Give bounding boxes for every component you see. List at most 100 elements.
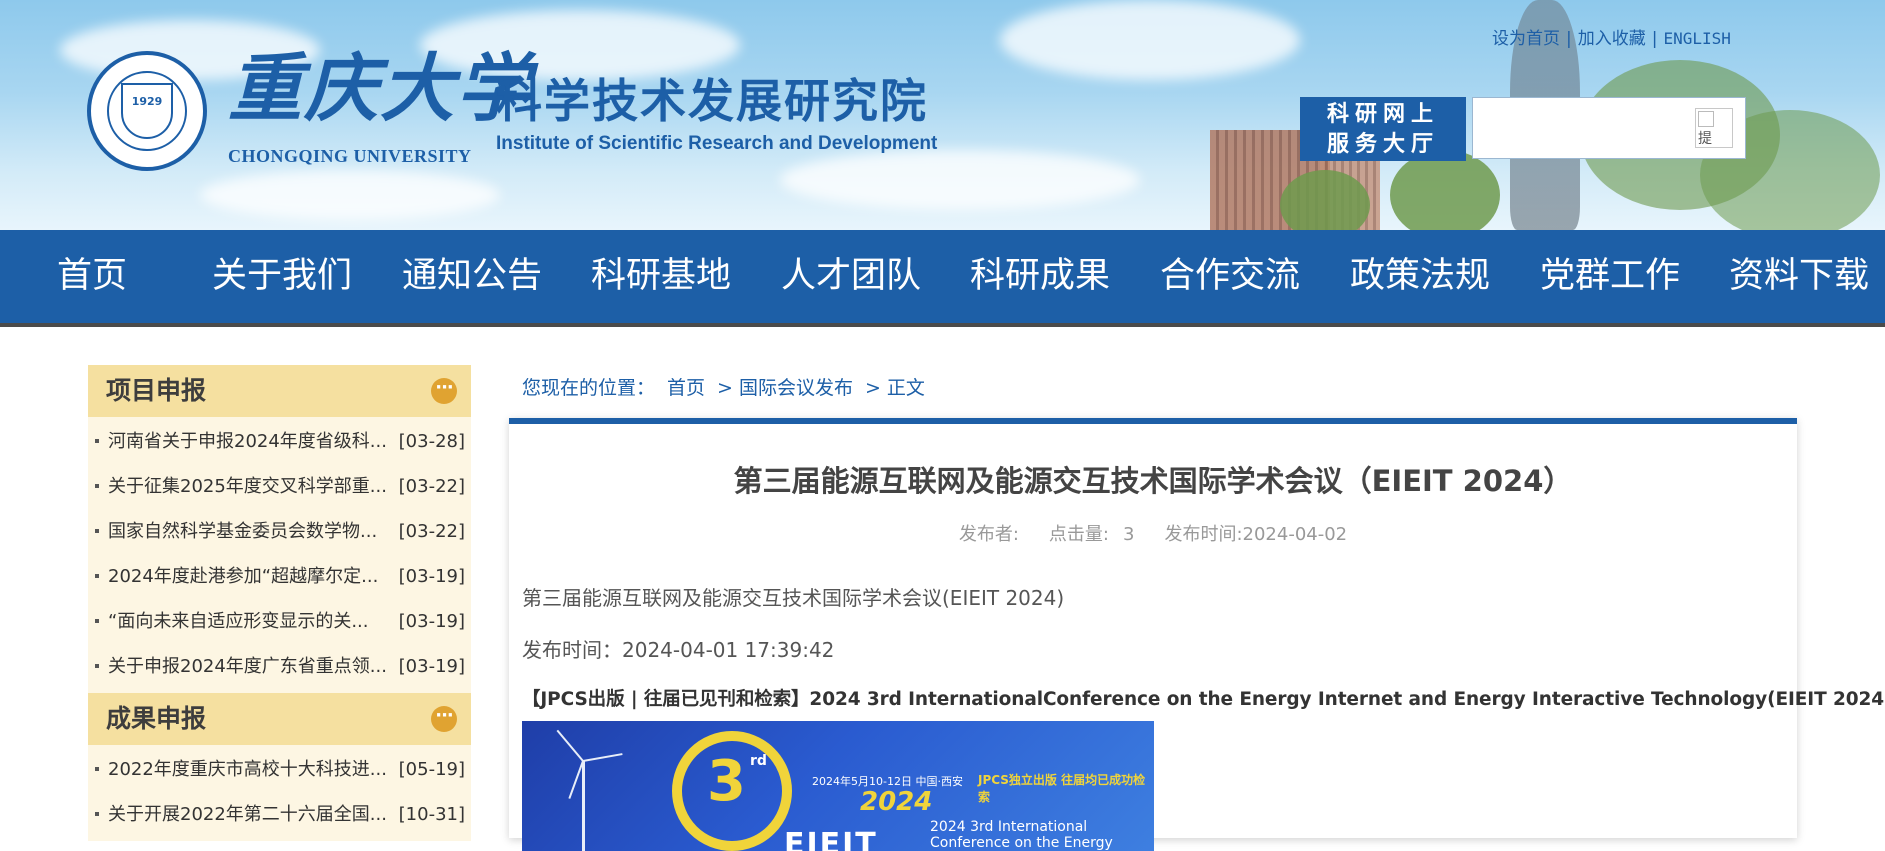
nav-item-cooperation[interactable]: 合作交流	[1160, 230, 1300, 323]
bullet-icon	[95, 484, 99, 488]
bullet-icon	[95, 529, 99, 533]
search-submit-button[interactable]: 提	[1695, 108, 1733, 148]
sidebar-list-item[interactable]: 关于征集2025年度交叉科学部重... [03-22]	[88, 464, 471, 509]
sidebar-item-title: “面向未来自适应形变显示的关...	[108, 611, 369, 632]
poster-subtitle: 2024 3rd International Conference on the…	[930, 819, 1113, 851]
institute-name-en: Institute of Scientific Research and Dev…	[496, 133, 938, 154]
sidebar-list-item[interactable]: “面向未来自适应形变显示的关... [03-19]	[88, 599, 471, 644]
sidebar-item-date: [03-22]	[398, 476, 465, 497]
breadcrumb-lead: 您现在的位置：	[522, 377, 656, 399]
sidebar-item-date: [03-22]	[398, 521, 465, 542]
search-button-label: 提	[1698, 130, 1712, 146]
english-link[interactable]: ENGLISH	[1663, 29, 1730, 48]
nav-item-home[interactable]: 首页	[57, 230, 127, 323]
sidebar-item-title: 关于申报2024年度广东省重点领...	[108, 656, 387, 677]
site-header: 1929 重庆大学 CHONGQING UNIVERSITY 科学技术发展研究院…	[0, 0, 1885, 230]
wind-turbine-graphic	[582, 761, 585, 851]
nav-item-policies[interactable]: 政策法规	[1350, 230, 1490, 323]
sidebar-list-item[interactable]: 2022年度重庆市高校十大科技进... [05-19]	[88, 747, 471, 792]
article-title: 第三届能源互联网及能源交互技术国际学术会议（EIEIT 2024）	[733, 464, 1573, 498]
nav-item-downloads[interactable]: 资料下载	[1729, 230, 1869, 323]
wind-turbine-blade	[582, 753, 623, 762]
search-box: 提	[1472, 97, 1746, 159]
sidebar-item-title: 关于开展2022年第二十六届全国...	[108, 804, 387, 825]
top-link-separator: |	[1566, 29, 1572, 49]
sidebar-section-title: 成果申报	[106, 704, 207, 733]
sidebar-list-item[interactable]: 关于申报2024年度广东省重点领... [03-19]	[88, 644, 471, 689]
sidebar-item-date: [03-19]	[398, 566, 465, 587]
publish-time-value: 2024-04-02	[1242, 524, 1348, 545]
more-icon[interactable]: ···	[431, 378, 457, 404]
breadcrumb: 您现在的位置： 首页 > 国际会议发布 > 正文	[522, 373, 925, 400]
article-publish-time-line: 发布时间：2024-04-01 17:39:42	[522, 638, 835, 662]
bullet-icon	[95, 619, 99, 623]
bullet-icon	[95, 812, 99, 816]
nav-item-research-bases[interactable]: 科研基地	[591, 230, 731, 323]
nav-item-notices[interactable]: 通知公告	[402, 230, 542, 323]
sidebar-item-date: [10-31]	[398, 804, 465, 825]
publish-time-label: 发布时间:	[1164, 524, 1243, 545]
poster-ordinal: rd	[750, 753, 767, 769]
sidebar-section-title: 项目申报	[106, 376, 207, 405]
bullet-icon	[95, 574, 99, 578]
sidebar-list-item[interactable]: 关于开展2022年第二十六届全国... [10-31]	[88, 792, 471, 837]
sidebar-item-date: [03-19]	[398, 656, 465, 677]
sidebar-section-header-project-application: 项目申报 ···	[88, 365, 471, 417]
university-emblem-logo[interactable]: 1929	[87, 51, 207, 171]
nav-item-talent-teams[interactable]: 人才团队	[781, 230, 921, 323]
conference-poster-image: 3 rd 2024年5月10-12日 中国·西安 JPCS独立出版 往届均已成功…	[522, 721, 1154, 851]
sidebar-item-date: [03-19]	[398, 611, 465, 632]
wind-turbine-blade	[556, 729, 584, 762]
sidebar-item-title: 国家自然科学基金委员会数学物...	[108, 521, 378, 542]
bullet-icon	[95, 664, 99, 668]
breadcrumb-current[interactable]: 正文	[887, 377, 925, 399]
sky-cloud	[780, 150, 1140, 210]
breadcrumb-home[interactable]: 首页	[667, 377, 705, 399]
university-name-cn[interactable]: 重庆大学	[228, 52, 532, 126]
bullet-icon	[95, 439, 99, 443]
broken-image-icon	[1698, 111, 1714, 127]
sidebar-item-title: 关于征集2025年度交叉科学部重...	[108, 476, 387, 497]
article-meta: 发布者: 点击量: 3 发布时间:2024-04-02	[509, 520, 1797, 546]
sky-cloud	[200, 170, 500, 220]
clicks-label: 点击量:	[1048, 524, 1109, 545]
campus-tree-image	[1390, 150, 1500, 230]
university-name-en: CHONGQING UNIVERSITY	[228, 146, 472, 166]
breadcrumb-separator: >	[864, 377, 881, 399]
sidebar-item-title: 2024年度赴港参加“超越摩尔定...	[108, 566, 379, 587]
add-favorite-link[interactable]: 加入收藏	[1578, 29, 1646, 49]
sky-cloud	[1000, 0, 1300, 80]
top-links: 设为首页 | 加入收藏 | ENGLISH	[1492, 24, 1731, 49]
online-service-hall-button[interactable]: 科研网上 服务大厅	[1300, 97, 1466, 161]
sidebar-list-results-application: 2022年度重庆市高校十大科技进... [05-19] 关于开展2022年第二十六…	[88, 745, 471, 841]
search-input[interactable]	[1477, 106, 1687, 150]
sidebar-list-item[interactable]: 2024年度赴港参加“超越摩尔定... [03-19]	[88, 554, 471, 599]
sidebar-item-title: 河南省关于申报2024年度省级科...	[108, 431, 387, 452]
service-hall-line1: 科研网上	[1326, 102, 1439, 127]
emblem-shield	[121, 83, 173, 139]
nav-item-research-results[interactable]: 科研成果	[970, 230, 1110, 323]
nav-item-about[interactable]: 关于我们	[212, 230, 352, 323]
sidebar-item-date: [05-19]	[398, 759, 465, 780]
bullet-icon	[95, 767, 99, 771]
sidebar-list-item[interactable]: 河南省关于申报2024年度省级科... [03-28]	[88, 419, 471, 464]
breadcrumb-separator: >	[717, 377, 733, 399]
emblem-year: 1929	[131, 95, 163, 108]
sidebar-list-item[interactable]: 国家自然科学基金委员会数学物... [03-22]	[88, 509, 471, 554]
article-headline-bold: 【JPCS出版 | 往届已见刊和检索】2024 3rd Internationa…	[522, 689, 1885, 710]
poster-tag-line: JPCS独立出版 往届均已成功检索	[978, 773, 1146, 804]
more-icon[interactable]: ···	[431, 706, 457, 732]
service-hall-line2: 服务大厅	[1326, 132, 1439, 157]
poster-year: 2024	[860, 787, 933, 817]
sidebar-item-date: [03-28]	[398, 431, 465, 452]
poster-short-name: EIEIT	[784, 827, 878, 851]
nav-item-party-work[interactable]: 党群工作	[1540, 230, 1680, 323]
sidebar-item-title: 2022年度重庆市高校十大科技进...	[108, 759, 387, 780]
breadcrumb-intl-conferences[interactable]: 国际会议发布	[739, 377, 853, 399]
sidebar-list-project-application: 河南省关于申报2024年度省级科... [03-28] 关于征集2025年度交叉科…	[88, 417, 471, 693]
set-homepage-link[interactable]: 设为首页	[1492, 29, 1560, 49]
article-paragraph: 第三届能源互联网及能源交互技术国际学术会议(EIEIT 2024)	[522, 586, 1065, 610]
main-nav: 首页 关于我们 通知公告 科研基地 人才团队 科研成果 合作交流 政策法规 党群…	[0, 230, 1885, 327]
sidebar-section-header-results-application: 成果申报 ···	[88, 693, 471, 745]
sidebar: 项目申报 ··· 河南省关于申报2024年度省级科... [03-28] 关于征集…	[88, 365, 471, 841]
